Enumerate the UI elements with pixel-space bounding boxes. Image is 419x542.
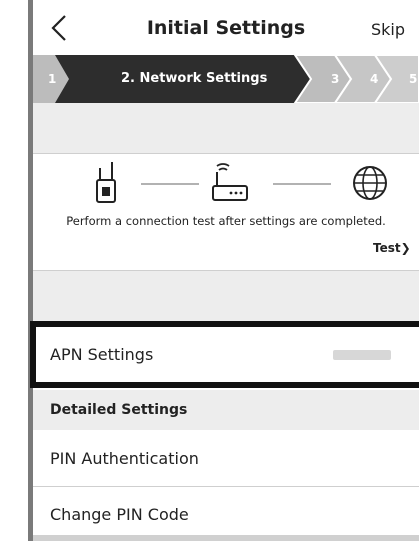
detailed-settings-header: Detailed Settings (33, 390, 419, 430)
connection-diagram (96, 162, 387, 203)
step-3-label: 3 (331, 72, 340, 86)
router-device-icon (96, 162, 116, 203)
step-progress-bar: 1 2. Network Settings 3 4 5 (33, 55, 419, 103)
chevron-right-icon: ❯ (400, 241, 411, 255)
connection-panel: Perform a connection test after settings… (33, 154, 419, 270)
step-5-label: 5 (409, 72, 418, 86)
change-pin-code-label: Change PIN Code (50, 505, 189, 524)
step-4-label: 4 (370, 72, 379, 86)
skip-button[interactable]: Skip (371, 20, 405, 39)
step-1-label: 1 (48, 72, 57, 86)
test-label: Test (373, 241, 401, 255)
page-title: Initial Settings (146, 17, 306, 39)
pin-authentication-label: PIN Authentication (50, 449, 199, 468)
spacer-band (33, 271, 419, 321)
pin-authentication-row[interactable]: PIN Authentication (33, 431, 419, 486)
header: Initial Settings Skip (33, 0, 419, 55)
wifi-router-icon (212, 163, 248, 201)
highlight-box (30, 321, 419, 388)
connection-test-message: Perform a connection test after settings… (66, 214, 386, 228)
step-2-label: 2. Network Settings (121, 71, 268, 86)
bottom-edge (33, 535, 419, 541)
change-pin-code-row[interactable]: Change PIN Code (33, 487, 419, 542)
test-link[interactable]: Test❯ (373, 241, 411, 255)
spacer-band (33, 103, 419, 153)
globe-icon (353, 166, 387, 200)
section-title: Detailed Settings (50, 402, 188, 418)
